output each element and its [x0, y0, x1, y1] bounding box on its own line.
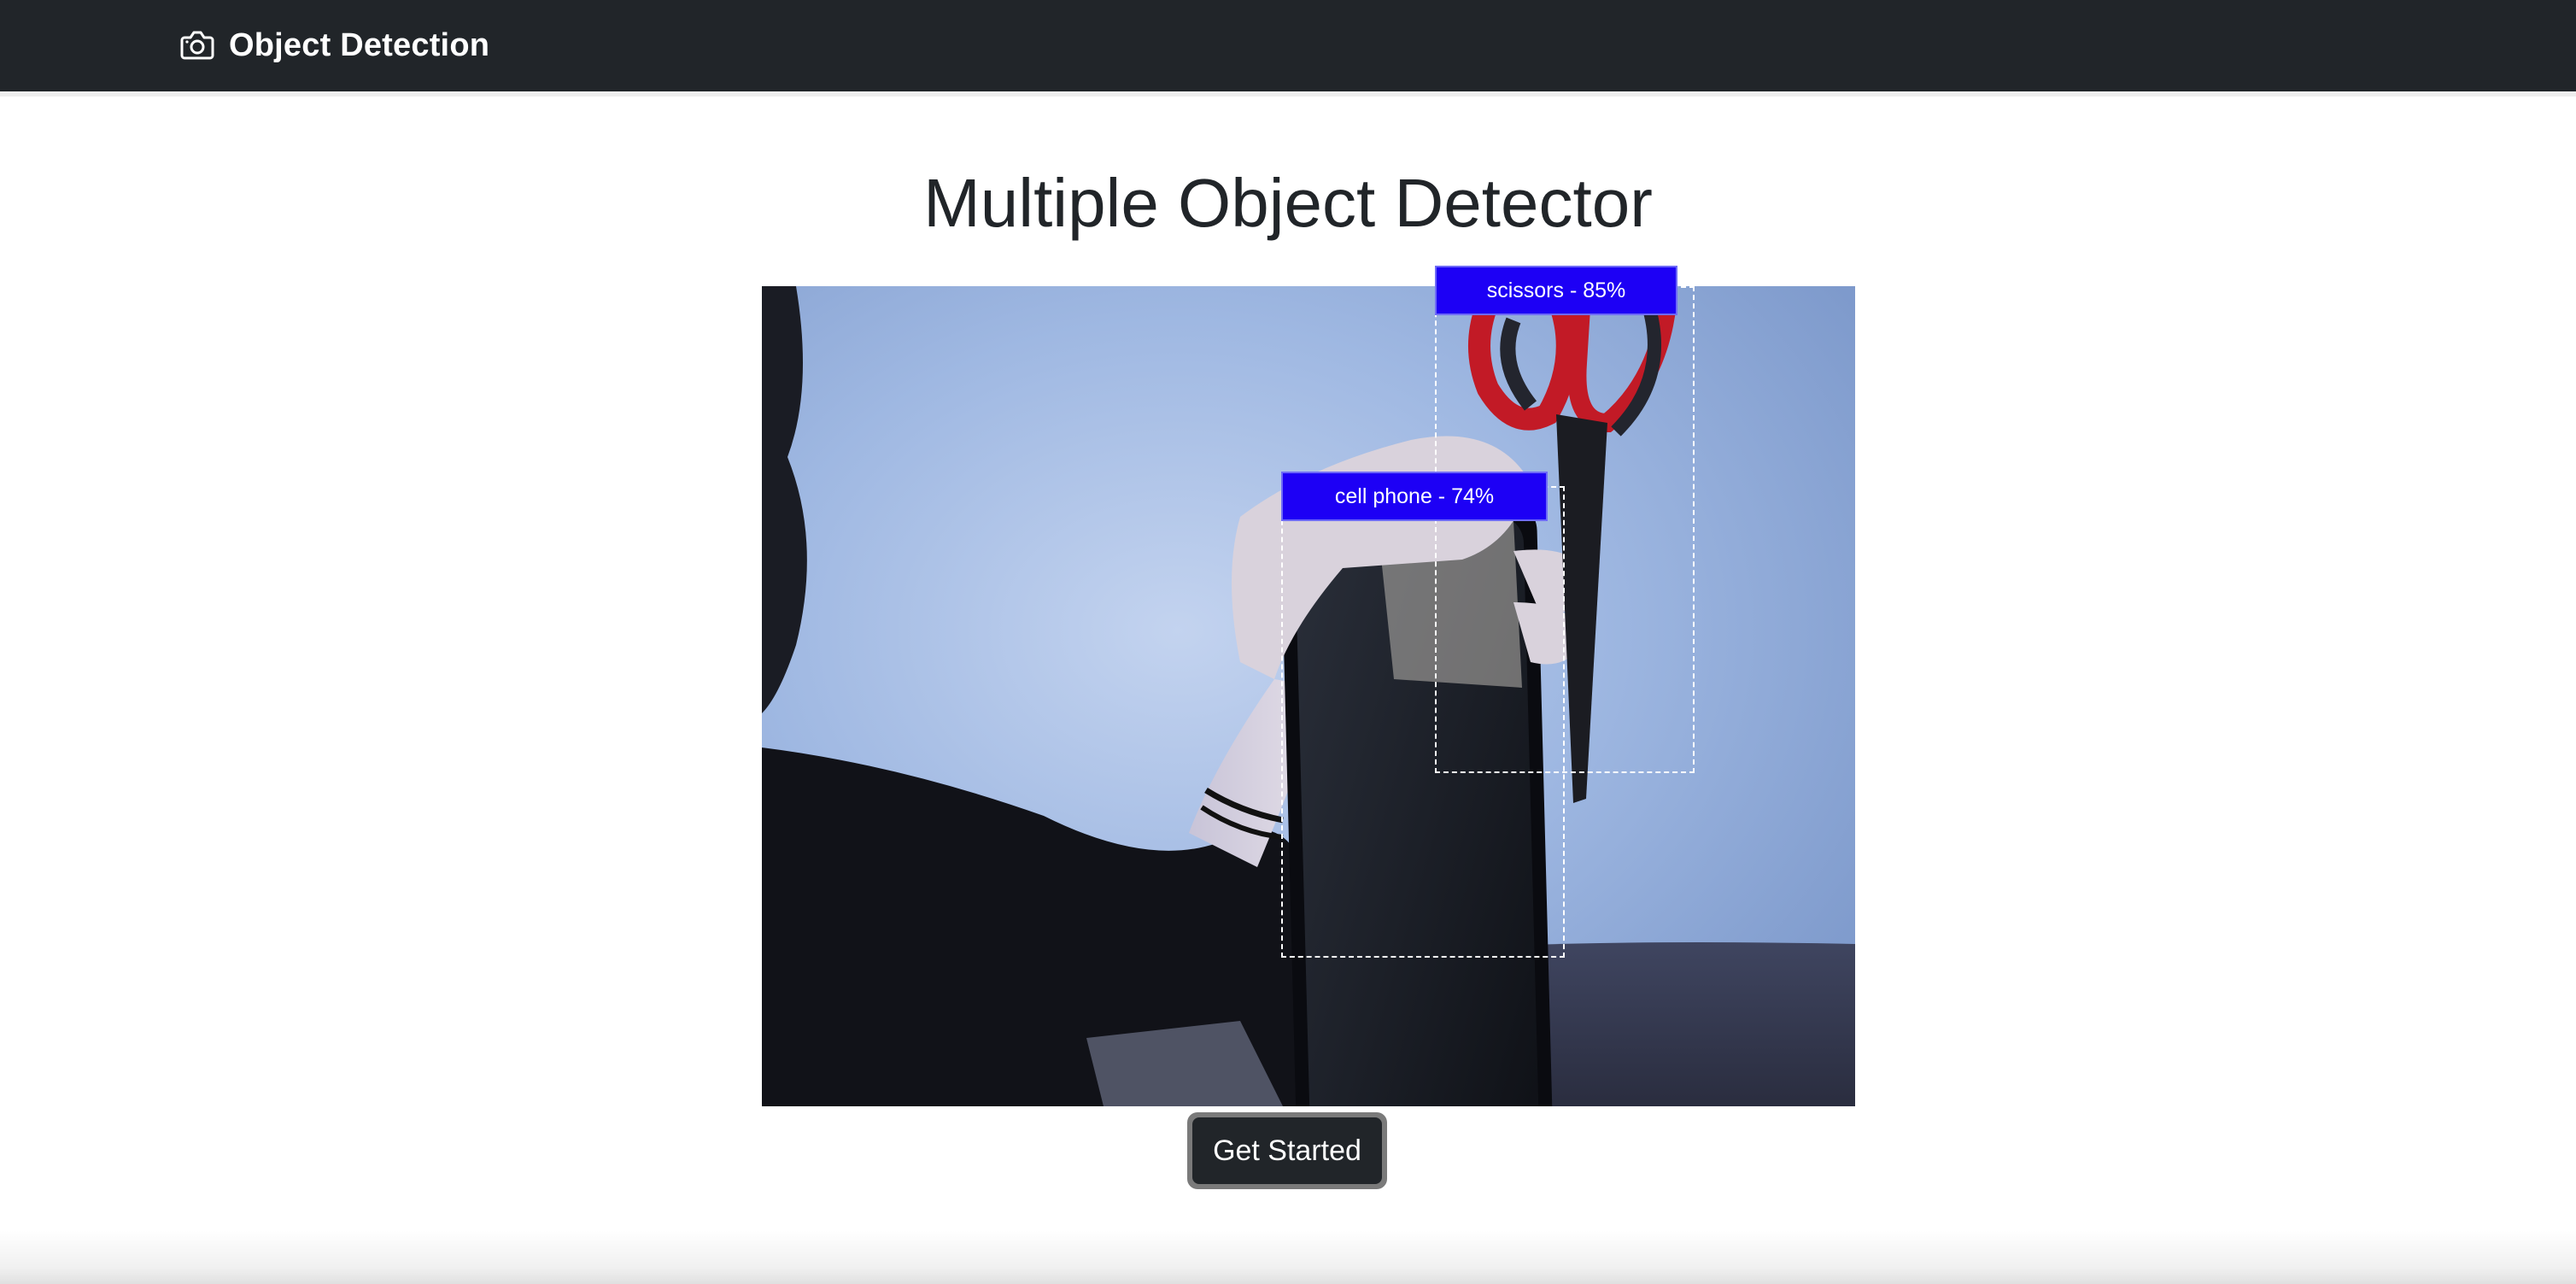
detection-box-cell-phone: [1281, 486, 1565, 958]
top-navbar: Object Detection: [0, 0, 2576, 91]
navbar-brand[interactable]: Object Detection: [179, 23, 489, 67]
footer-shadow: [0, 1230, 2576, 1284]
detection-label-cell-phone: cell phone - 74%: [1281, 472, 1548, 521]
page-title: Multiple Object Detector: [923, 165, 1653, 241]
detection-label-scissors: scissors - 85%: [1435, 266, 1677, 315]
cta-focus-ring: Get Started: [1187, 1112, 1387, 1189]
detection-stage: scissors - 85% cell phone - 74%: [762, 266, 1855, 1106]
brand-title: Object Detection: [229, 26, 490, 63]
camera-icon: [179, 30, 215, 61]
get-started-button[interactable]: Get Started: [1192, 1117, 1382, 1184]
navbar-divider: [0, 91, 2576, 97]
